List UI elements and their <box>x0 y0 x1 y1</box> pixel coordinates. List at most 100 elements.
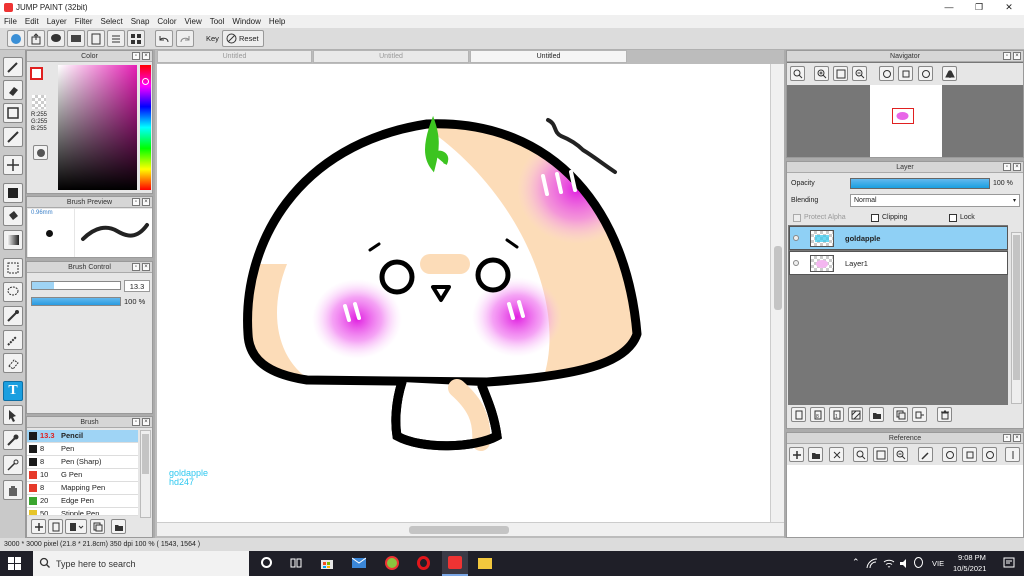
horizontal-scroll-thumb[interactable] <box>409 526 509 534</box>
panel-float-icon[interactable]: ▫ <box>1003 163 1011 171</box>
tab-untitled-1[interactable]: Untitled <box>157 50 312 63</box>
wifi-icon[interactable] <box>883 558 895 571</box>
clipping-checkbox[interactable] <box>871 214 879 222</box>
tab-untitled-3[interactable]: Untitled <box>470 50 627 63</box>
vertical-scroll-thumb[interactable] <box>774 246 782 310</box>
gradient-tool-icon[interactable] <box>3 230 23 250</box>
reference-fit-icon[interactable] <box>873 447 888 462</box>
reference-add-icon[interactable] <box>789 447 804 462</box>
brush-item-g-pen[interactable]: 10 G Pen <box>27 469 138 482</box>
navigator-thumbnail[interactable] <box>870 85 942 157</box>
panel-float-icon[interactable]: ▫ <box>132 52 140 60</box>
new-layer-1bit-icon[interactable]: 1 <box>829 407 844 422</box>
hand-tool-icon[interactable] <box>3 480 23 500</box>
reference-flip-icon[interactable] <box>1005 447 1020 462</box>
zoom-in-plus-icon[interactable] <box>814 66 829 81</box>
volume-icon[interactable] <box>899 558 911 571</box>
store-icon[interactable] <box>320 556 334 572</box>
menu-tool[interactable]: Tool <box>206 17 229 26</box>
lasso-tool-icon[interactable] <box>3 282 23 302</box>
system-tray-icon[interactable] <box>914 557 923 568</box>
taskbar-search-box[interactable]: Type here to search <box>33 551 249 576</box>
reference-close-icon[interactable] <box>829 447 844 462</box>
delete-layer-icon[interactable] <box>937 407 952 422</box>
zoom-in-icon[interactable] <box>790 66 805 81</box>
hue-handle[interactable] <box>142 78 149 85</box>
line-tool-icon[interactable] <box>3 127 23 147</box>
grid-icon[interactable] <box>127 30 145 47</box>
rotate-right-icon[interactable] <box>918 66 933 81</box>
layer-row-layer1[interactable]: Layer1 <box>789 251 1008 275</box>
mail-icon[interactable] <box>351 557 367 571</box>
palette-icon[interactable] <box>33 145 48 160</box>
menu-select[interactable]: Select <box>96 17 126 26</box>
select-rect-tool-icon[interactable] <box>3 258 23 278</box>
visibility-eye-icon[interactable] <box>793 235 799 241</box>
menu-layer[interactable]: Layer <box>43 17 71 26</box>
chevron-up-icon[interactable]: ⌃ <box>852 557 860 568</box>
panel-float-icon[interactable]: ▫ <box>132 198 140 206</box>
brush-item-pencil[interactable]: 13.3 Pencil <box>27 430 138 443</box>
foreground-color-swatch[interactable] <box>30 67 43 80</box>
file-explorer-icon[interactable] <box>478 558 492 569</box>
drawing-canvas[interactable]: goldapple hd247 <box>157 64 770 522</box>
magic-wand-tool-icon[interactable] <box>3 306 23 326</box>
fill-rect-tool-icon[interactable] <box>3 183 23 203</box>
brush-item-mapping-pen[interactable]: 8 Mapping Pen <box>27 482 138 495</box>
jump-paint-taskbar-button[interactable] <box>442 551 468 576</box>
menu-window[interactable]: Window <box>228 17 264 26</box>
clock-time[interactable]: 9:08 PM <box>958 553 986 562</box>
menu-filter[interactable]: Filter <box>71 17 97 26</box>
panel-float-icon[interactable]: ▫ <box>1003 434 1011 442</box>
reference-open-icon[interactable] <box>808 447 823 462</box>
reference-reset-icon[interactable] <box>962 447 977 462</box>
brush-add-icon[interactable] <box>31 519 46 534</box>
panel-close-icon[interactable]: × <box>142 418 150 426</box>
text-tool-icon[interactable]: T <box>3 381 23 401</box>
rectangle-tool-icon[interactable] <box>3 103 23 123</box>
brush-menu-icon[interactable] <box>65 519 87 534</box>
halftone-layer-icon[interactable] <box>848 407 863 422</box>
menu-help[interactable]: Help <box>265 17 289 26</box>
menu-snap[interactable]: Snap <box>127 17 154 26</box>
cortana-icon[interactable] <box>261 557 272 568</box>
reference-view[interactable] <box>787 465 1023 537</box>
layer-opacity-slider[interactable] <box>850 178 990 189</box>
undo-icon[interactable] <box>155 30 173 47</box>
select-pen-tool-icon[interactable] <box>3 330 23 350</box>
list-icon[interactable] <box>107 30 125 47</box>
zoom-out-icon[interactable] <box>852 66 867 81</box>
brush-size-input[interactable]: 13.3 <box>124 280 150 292</box>
rotate-left-icon[interactable] <box>879 66 894 81</box>
new-layer-icon[interactable] <box>791 407 806 422</box>
network-icon[interactable] <box>866 558 878 571</box>
windows-start-icon[interactable] <box>8 557 21 572</box>
panel-close-icon[interactable]: × <box>1013 434 1021 442</box>
move-tool-icon[interactable] <box>3 155 23 175</box>
brush-item-edge-pen[interactable]: 20 Edge Pen <box>27 495 138 508</box>
dropper-tool-icon[interactable] <box>3 455 23 475</box>
tab-untitled-2[interactable]: Untitled <box>313 50 469 63</box>
close-button[interactable]: ✕ <box>994 0 1024 15</box>
panel-float-icon[interactable]: ▫ <box>1003 52 1011 60</box>
visibility-eye-icon[interactable] <box>793 260 799 266</box>
layer-row-goldapple[interactable]: goldapple <box>789 226 1008 250</box>
redo-icon[interactable] <box>176 30 194 47</box>
protect-alpha-checkbox[interactable] <box>793 214 801 222</box>
export-icon[interactable] <box>27 30 45 47</box>
eraser-tool-icon[interactable] <box>3 80 23 100</box>
reference-zoom-in-icon[interactable] <box>853 447 868 462</box>
reference-rotate-right-icon[interactable] <box>982 447 997 462</box>
notification-icon[interactable] <box>1003 557 1015 571</box>
menu-edit[interactable]: Edit <box>21 17 43 26</box>
task-view-icon[interactable] <box>290 557 302 571</box>
panel-close-icon[interactable]: × <box>1013 163 1021 171</box>
fit-icon[interactable] <box>833 66 848 81</box>
panel-close-icon[interactable]: × <box>142 52 150 60</box>
panel-float-icon[interactable]: ▫ <box>132 418 140 426</box>
reset-button[interactable]: Reset <box>222 30 264 47</box>
panel-float-icon[interactable]: ▫ <box>132 263 140 271</box>
brush-list-scrollbar[interactable] <box>140 430 151 518</box>
brush-size-slider[interactable] <box>31 281 121 290</box>
language-indicator[interactable]: VIE <box>932 559 944 568</box>
